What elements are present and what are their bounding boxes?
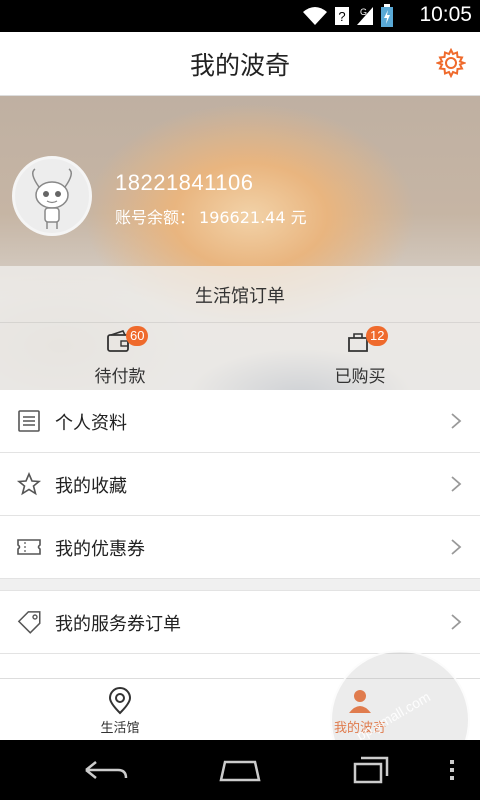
chevron-right-icon xyxy=(451,614,462,630)
status-time: 10:05 xyxy=(419,3,472,26)
menu-item-label: 我的优惠券 xyxy=(55,539,145,560)
recent-apps-icon[interactable] xyxy=(345,754,395,786)
chevron-right-icon xyxy=(451,476,462,492)
menu-item-label: 我的服务券订单 xyxy=(55,614,181,635)
phone-number: 18221841106 xyxy=(115,170,254,195)
back-icon[interactable] xyxy=(80,754,130,786)
account-balance: 账号余额： 196621.44 元 xyxy=(115,204,307,228)
chevron-right-icon xyxy=(451,413,462,429)
order-purchased[interactable]: 12 已购买 xyxy=(240,326,480,390)
pending-payment-label: 待付款 xyxy=(94,367,146,387)
status-icons: ? G xyxy=(302,4,394,28)
tab-label: 生活馆 xyxy=(100,721,140,736)
overflow-menu-icon[interactable] xyxy=(440,754,464,786)
purchased-badge: 12 xyxy=(366,326,389,346)
coupon-icon xyxy=(17,539,41,555)
tab-life-store[interactable]: 生活馆 xyxy=(0,679,240,741)
gear-icon[interactable] xyxy=(436,48,466,78)
menu-item-label: 个人资料 xyxy=(55,413,127,434)
menu-group-account: 个人资料 我的收藏 我的优惠券 xyxy=(0,390,480,579)
chevron-right-icon xyxy=(451,539,462,555)
purchased-label: 已购买 xyxy=(334,367,386,387)
profile-header: 18221841106 账号余额： 196621.44 元 生活馆订单 60 待付… xyxy=(0,96,480,390)
signal-unknown-icon: ? xyxy=(335,7,349,25)
menu-item-service-coupon-orders[interactable]: 我的服务券订单 xyxy=(0,591,480,654)
watermark-text: pp.ymall.com xyxy=(353,688,433,744)
svg-text:G: G xyxy=(360,7,367,17)
profile-card-icon xyxy=(18,410,40,432)
tag-icon xyxy=(17,611,41,634)
balance-value: 196621.44 元 xyxy=(199,208,307,227)
cartoon-avatar-icon xyxy=(32,168,72,229)
orders-section: 生活馆订单 60 待付款 12 已购买 xyxy=(0,266,480,390)
page-title: 我的波奇 xyxy=(189,51,290,80)
avatar[interactable] xyxy=(12,156,92,236)
menu-item-coupons[interactable]: 我的优惠券 xyxy=(0,516,480,579)
battery-charging-icon xyxy=(381,4,393,27)
svg-text:?: ? xyxy=(338,9,345,24)
cell-signal-icon: G xyxy=(357,7,373,25)
menu-item-label: 我的收藏 xyxy=(55,476,127,497)
order-pending-payment[interactable]: 60 待付款 xyxy=(0,326,240,390)
system-nav-bar xyxy=(0,740,480,800)
balance-label: 账号余额： xyxy=(115,208,196,227)
pending-payment-badge: 60 xyxy=(126,326,149,346)
menu-item-favorites[interactable]: 我的收藏 xyxy=(0,453,480,516)
home-icon[interactable] xyxy=(215,754,265,786)
location-pin-icon xyxy=(108,687,132,715)
star-icon xyxy=(16,472,42,496)
wifi-icon xyxy=(303,7,327,25)
status-bar: ? G 10:05 xyxy=(0,0,480,32)
title-bar: 我的波奇 xyxy=(0,32,480,96)
orders-divider xyxy=(0,322,480,323)
orders-title[interactable]: 生活馆订单 xyxy=(0,282,480,308)
menu-item-profile[interactable]: 个人资料 xyxy=(0,390,480,453)
